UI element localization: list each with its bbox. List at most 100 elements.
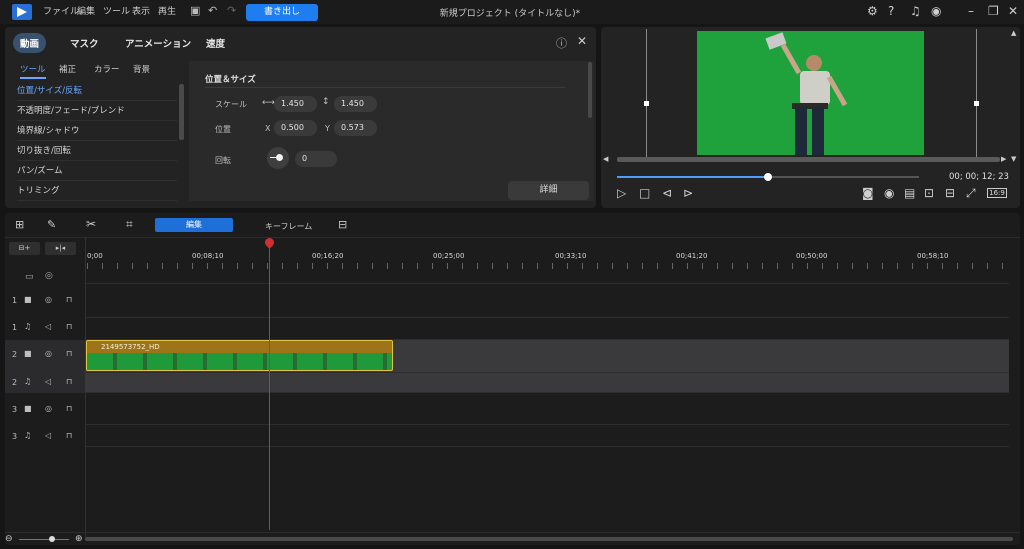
zoom-slider-knob[interactable] [49, 536, 55, 542]
pen-icon[interactable]: ✎ [47, 218, 56, 231]
width-icon: ⟷ [262, 98, 275, 108]
lock-icon[interactable]: ⊓ [66, 431, 72, 440]
prev-frame-icon[interactable]: ⊲ [662, 186, 672, 200]
scroll-up-icon[interactable]: ▲ [1011, 29, 1016, 37]
sidebar-scrollbar[interactable] [179, 84, 184, 140]
tab-mask[interactable]: マスク [70, 36, 99, 50]
visibility-icon[interactable]: ◎ [45, 295, 52, 304]
subtab-background[interactable]: 背景 [133, 63, 150, 75]
subtab-color[interactable]: カラー [94, 63, 120, 75]
zoom-out-icon[interactable]: ⊖ [5, 534, 13, 544]
scale-height-input[interactable]: 1.450 [334, 96, 377, 112]
subtab-tools[interactable]: ツール [20, 63, 46, 79]
position-y-input[interactable]: 0.573 [334, 120, 377, 136]
side-item-trim[interactable]: トリミング [17, 182, 177, 201]
window-title: 新規プロジェクト (タイトルなし)* [439, 9, 581, 19]
aspect-ratio-badge[interactable]: 16:9 [987, 188, 1007, 198]
snapshot-icon[interactable]: ◙ [862, 186, 874, 200]
resize-handle-left[interactable] [644, 101, 649, 106]
visibility-icon[interactable]: ◎ [45, 404, 52, 413]
resize-handle-right[interactable] [974, 101, 979, 106]
help-icon[interactable]: ⓘ [556, 35, 567, 51]
rotate-input[interactable]: 0 [295, 151, 337, 167]
quality-icon[interactable]: ◉ [884, 186, 894, 200]
stop-icon[interactable]: □ [639, 186, 650, 200]
layout-icon[interactable]: ⊟ [945, 186, 955, 200]
edit-button[interactable]: 編集 [155, 218, 233, 232]
clip-name: 2149573752_HD [87, 341, 392, 353]
side-item-position-size[interactable]: 位置/サイズ/反転 [17, 82, 177, 101]
speaker-icon[interactable]: ◁ [45, 431, 51, 440]
close-panel-icon[interactable]: ✕ [577, 34, 587, 48]
visibility-icon[interactable]: ◎ [45, 271, 53, 281]
add-track-button[interactable]: ⊟+ [9, 242, 40, 255]
video-frame [697, 31, 924, 155]
zoom-fit-icon[interactable]: ⊡ [924, 186, 934, 200]
tab-speed[interactable]: 速度 [206, 36, 225, 50]
tab-animation[interactable]: アニメーション [125, 36, 191, 50]
scale-width-input[interactable]: 1.450 [274, 96, 317, 112]
zoom-in-icon[interactable]: ⊕ [75, 534, 83, 544]
subtitle-track-icon[interactable]: ⊟ [338, 218, 347, 231]
detail-button[interactable]: 詳細 [508, 181, 589, 200]
visibility-icon[interactable]: ◎ [45, 349, 52, 358]
keyframe-button[interactable]: キーフレーム [265, 221, 312, 232]
detail-scrollbar[interactable] [588, 62, 592, 118]
undo-icon[interactable]: ↶ [208, 4, 217, 17]
track-row [85, 393, 1009, 425]
side-item-border[interactable]: 境界線/シャドウ [17, 122, 177, 141]
speaker-icon[interactable]: ◁ [45, 377, 51, 386]
side-item-opacity[interactable]: 不透明度/フェード/ブレンド [17, 102, 177, 121]
lock-icon[interactable]: ⊓ [66, 377, 72, 386]
split-icon[interactable]: ✂ [86, 217, 96, 231]
redo-icon[interactable]: ↷ [227, 4, 236, 17]
track-number: 1 [12, 323, 18, 332]
menu-tools[interactable]: ツール [103, 4, 130, 17]
save-icon[interactable]: ▣ [190, 4, 200, 17]
position-label: 位置 [215, 125, 231, 134]
position-x-input[interactable]: 0.500 [274, 120, 317, 136]
scroll-down-icon[interactable]: ▼ [1011, 155, 1016, 163]
tab-video[interactable]: 動画 [13, 33, 47, 53]
track-row-selected [85, 373, 1009, 393]
settings-icon[interactable]: ⚙ [867, 4, 878, 18]
side-item-crop[interactable]: 切り抜き/回転 [17, 142, 177, 161]
lock-icon[interactable]: ⊓ [66, 404, 72, 413]
app-logo-icon [12, 4, 32, 20]
lock-icon[interactable]: ⊓ [66, 295, 72, 304]
next-frame-icon[interactable]: ⊳ [683, 186, 693, 200]
preview-h-scrollbar[interactable] [617, 157, 1000, 162]
zoom-slider[interactable] [19, 539, 69, 540]
timeline-h-scrollbar[interactable] [85, 537, 1013, 541]
scroll-left-icon[interactable]: ◀ [603, 155, 608, 163]
play-icon[interactable]: ▷ [617, 186, 626, 200]
height-icon: ↕ [322, 97, 330, 107]
ruler-label: 0;00 [87, 252, 103, 260]
menu-edit[interactable]: 編集 [77, 4, 95, 17]
minimize-icon[interactable]: – [968, 4, 974, 18]
account-icon[interactable]: ◉ [931, 4, 941, 18]
speaker-icon[interactable]: ◁ [45, 322, 51, 331]
fullscreen-icon[interactable]: ⤢ [966, 186, 976, 201]
rotate-dial[interactable] [267, 147, 289, 169]
menu-file[interactable]: ファイル [43, 4, 79, 17]
video-clip[interactable]: 2149573752_HD [86, 340, 393, 371]
fit-timeline-button[interactable]: ▸|◂ [45, 242, 76, 255]
side-item-pan-zoom[interactable]: パン/ズーム [17, 162, 177, 181]
lock-icon[interactable]: ⊓ [66, 349, 72, 358]
import-icon[interactable]: ⊞ [15, 218, 24, 231]
menu-view[interactable]: 表示 [132, 4, 150, 17]
close-icon[interactable]: ✕ [1008, 4, 1018, 18]
menu-play[interactable]: 再生 [158, 4, 176, 17]
subtab-correction[interactable]: 補正 [59, 63, 76, 75]
scroll-right-icon[interactable]: ▶ [1001, 155, 1006, 163]
notification-icon[interactable]: ♫ [910, 4, 921, 18]
subtitle-icon[interactable]: ▤ [904, 186, 915, 200]
crop-icon[interactable]: ⌗ [126, 217, 133, 232]
lock-icon[interactable]: ⊓ [66, 322, 72, 331]
export-button[interactable]: 書き出し [246, 4, 318, 21]
restore-icon[interactable]: ❐ [988, 4, 999, 18]
thumbnail-icon[interactable]: ▭ [25, 272, 34, 282]
help-icon[interactable]: ? [888, 4, 894, 18]
seek-bar[interactable] [617, 173, 919, 181]
